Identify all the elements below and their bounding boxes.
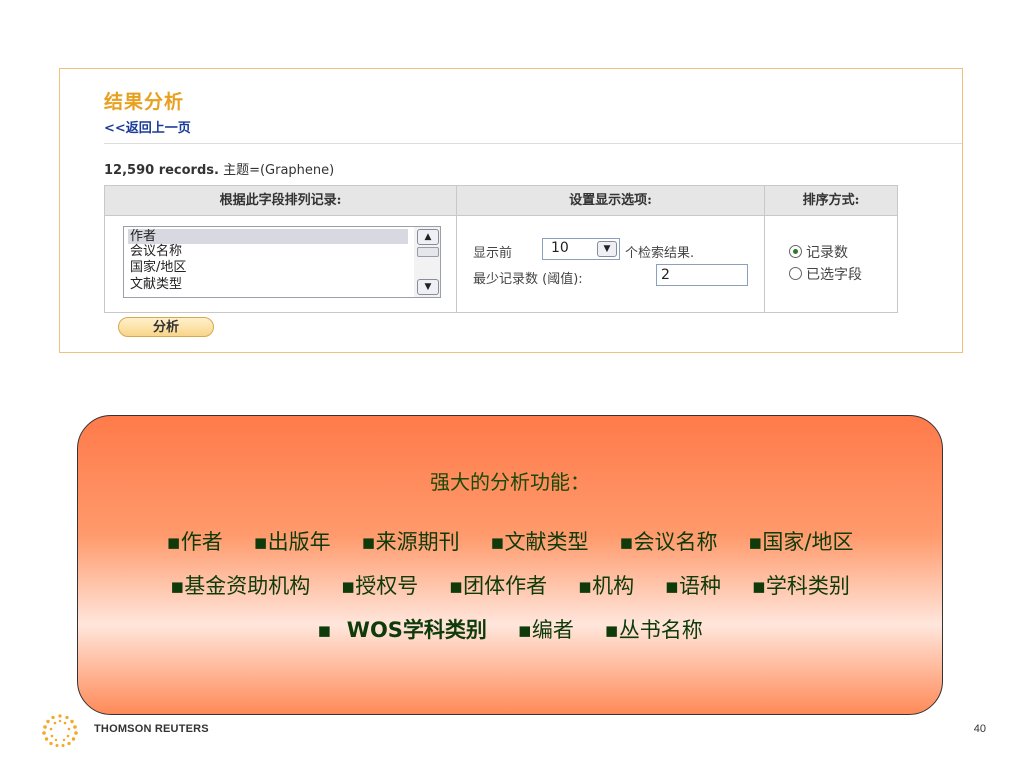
radio-record-count-label: 记录数 xyxy=(806,245,848,261)
scroll-up-icon[interactable]: ▲ xyxy=(417,229,439,245)
column-divider xyxy=(764,216,765,312)
callout-title: 强大的分析功能： xyxy=(430,470,590,494)
features-callout: 强大的分析功能： ▪作者 ▪出版年 ▪来源期刊 ▪文献类型 ▪会议名称 ▪国家/… xyxy=(77,415,943,715)
list-item: ▪文献类型 xyxy=(490,530,589,554)
result-analysis-panel: 结果分析 <<返回上一页 12,590 records. 主题=(Graphen… xyxy=(59,68,963,353)
list-item: ▪ WOS学科类别 xyxy=(317,618,487,642)
back-link[interactable]: <<返回上一页 xyxy=(104,117,191,136)
divider xyxy=(104,143,962,144)
show-prefix-label: 显示前 xyxy=(473,246,513,261)
list-item: ▪来源期刊 xyxy=(361,530,460,554)
list-item: ▪国家/地区 xyxy=(748,530,854,554)
list-item: ▪机构 xyxy=(577,574,635,598)
analyze-button[interactable]: 分析 xyxy=(118,317,214,337)
radio-unselected-icon[interactable] xyxy=(789,267,802,280)
min-records-label: 最少记录数 (阈值): xyxy=(473,272,583,287)
feature-line-1: ▪作者 ▪出版年 ▪来源期刊 ▪文献类型 ▪会议名称 ▪国家/地区 xyxy=(78,526,942,556)
radio-selected-icon[interactable] xyxy=(789,245,802,258)
listbox-scrollbar[interactable]: ▲ ▼ xyxy=(414,227,440,297)
column-header-display-options: 设置显示选项: xyxy=(456,186,764,216)
list-item[interactable]: 作者 xyxy=(128,229,408,244)
feature-line-3: ▪ WOS学科类别 ▪编者 ▪丛书名称 xyxy=(78,614,942,644)
records-count: 12,590 records. xyxy=(104,163,219,178)
list-item[interactable]: 会议名称 xyxy=(128,244,184,259)
chevron-down-icon[interactable]: ▼ xyxy=(597,241,617,257)
show-suffix-label: 个检索结果. xyxy=(625,246,695,261)
radio-selected-field-label: 已选字段 xyxy=(806,267,862,283)
list-item: ▪学科类别 xyxy=(751,574,850,598)
list-item: ▪编者 xyxy=(517,618,574,642)
brand-name: THOMSON REUTERS xyxy=(94,723,209,735)
records-query: 主题=(Graphene) xyxy=(218,163,335,178)
result-count-value: 10 xyxy=(551,240,569,256)
scroll-down-icon[interactable]: ▼ xyxy=(417,279,439,295)
list-item: ▪作者 xyxy=(166,530,223,554)
dotted-sphere-icon xyxy=(42,714,78,747)
min-records-input[interactable]: 2 xyxy=(656,264,748,286)
records-summary: 12,590 records. 主题=(Graphene) xyxy=(104,159,334,178)
analysis-options-table: 根据此字段排列记录: 设置显示选项: 排序方式: 作者 会议名称 国家/地区 文… xyxy=(104,185,898,313)
list-item: ▪授权号 xyxy=(341,574,419,598)
result-count-select[interactable]: 10 ▼ xyxy=(542,238,620,260)
list-item: ▪会议名称 xyxy=(619,530,718,554)
list-item: ▪出版年 xyxy=(253,530,331,554)
list-item: ▪基金资助机构 xyxy=(170,574,311,598)
list-item: ▪丛书名称 xyxy=(604,618,703,642)
column-header-sort-field: 根据此字段排列记录: xyxy=(105,186,456,216)
radio-record-count[interactable]: 记录数 xyxy=(789,242,848,262)
list-item[interactable]: 国家/地区 xyxy=(128,260,188,275)
scroll-thumb[interactable] xyxy=(417,247,439,257)
field-listbox[interactable]: 作者 会议名称 国家/地区 文献类型 ▲ ▼ xyxy=(123,226,441,298)
page-number: 40 xyxy=(973,723,986,735)
column-header-sort-method: 排序方式: xyxy=(764,186,897,216)
list-item: ▪团体作者 xyxy=(448,574,548,598)
page-title: 结果分析 xyxy=(104,91,185,113)
list-item[interactable]: 文献类型 xyxy=(128,277,184,292)
column-divider xyxy=(456,216,457,312)
feature-line-2: ▪基金资助机构 ▪授权号 ▪团体作者 ▪机构 ▪语种 ▪学科类别 xyxy=(78,570,942,600)
radio-selected-field[interactable]: 已选字段 xyxy=(789,264,862,284)
list-item: ▪语种 xyxy=(664,574,721,598)
